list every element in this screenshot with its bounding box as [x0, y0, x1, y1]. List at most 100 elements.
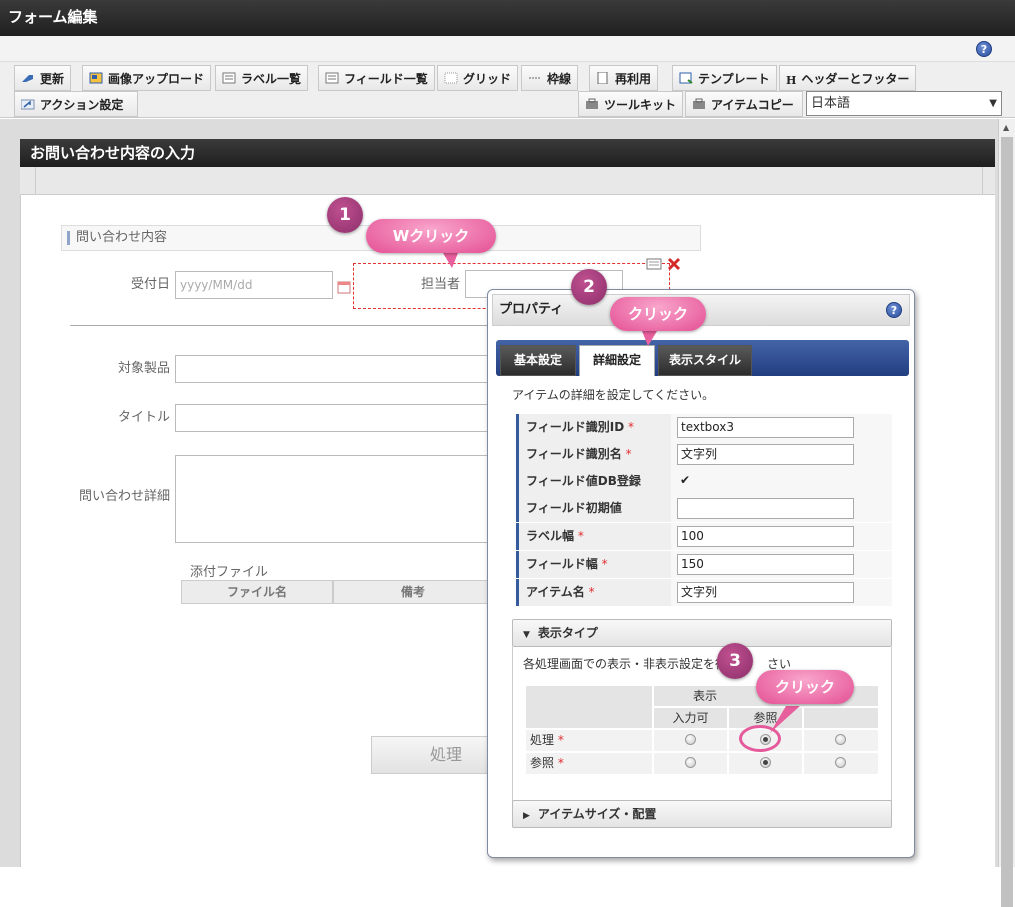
- header-icon: H: [786, 74, 797, 87]
- field-name-input[interactable]: 文字列: [677, 444, 854, 465]
- update-button[interactable]: 更新: [14, 65, 72, 91]
- row-initial-value: フィールド初期値: [516, 495, 892, 522]
- help-icon[interactable]: ?: [886, 302, 902, 318]
- header-input-allowed: 入力可: [653, 707, 728, 729]
- tab-basic[interactable]: 基本設定: [500, 345, 576, 376]
- row-label-width: ラベル幅 * 100: [516, 523, 892, 550]
- header-divider: [35, 167, 36, 195]
- person-label: 担当者: [420, 277, 460, 292]
- window-title: フォーム編集: [0, 0, 1015, 36]
- field-id-label: フィールド識別ID: [526, 420, 625, 434]
- image-upload-icon: [89, 67, 103, 84]
- callout-click-radio: クリック: [756, 670, 854, 704]
- vertical-scrollbar[interactable]: ▲: [998, 119, 1015, 907]
- tab-detail[interactable]: 詳細設定: [579, 345, 655, 376]
- action-settings-button[interactable]: アクション設定: [14, 91, 138, 117]
- db-register-label: フィールド値DB登録: [526, 474, 641, 488]
- row-reference-label: 参照: [530, 756, 555, 770]
- scroll-up-icon[interactable]: ▲: [1003, 123, 1009, 132]
- delete-icon[interactable]: [667, 257, 681, 271]
- radio-process-input[interactable]: [685, 734, 696, 745]
- product-input[interactable]: [175, 355, 495, 383]
- scroll-thumb[interactable]: [1001, 137, 1013, 907]
- field-list-button[interactable]: フィールド一覧: [318, 65, 435, 91]
- update-label: 更新: [40, 72, 65, 86]
- template-label: テンプレート: [698, 72, 770, 86]
- language-select[interactable]: 日本語 ▼: [806, 91, 1002, 116]
- required-mark: *: [574, 529, 584, 543]
- field-id-input[interactable]: textbox3: [677, 417, 854, 438]
- required-mark: *: [597, 557, 608, 571]
- step-badge-1: 1: [327, 197, 363, 233]
- row-item-name: アイテム名 * 文字列: [516, 579, 892, 606]
- radio-reference-reference[interactable]: [760, 757, 771, 768]
- toolbox-icon: [585, 93, 599, 109]
- display-type-title: 表示タイプ: [537, 626, 598, 640]
- radio-reference-input[interactable]: [685, 757, 696, 768]
- initial-value-label: フィールド初期値: [526, 501, 622, 515]
- header-footer-button[interactable]: H ヘッダーとフッター: [779, 65, 917, 91]
- row-field-width: フィールド幅 * 150: [516, 551, 892, 578]
- row-db-register: フィールド値DB登録 ✔: [516, 468, 892, 495]
- image-upload-button[interactable]: 画像アップロード: [82, 65, 212, 91]
- initial-value-input[interactable]: [677, 498, 854, 519]
- label-list-label: ラベル一覧: [241, 72, 302, 86]
- product-label: 対象製品: [117, 361, 170, 376]
- required-mark: *: [584, 585, 595, 599]
- frame-label: 枠線: [547, 72, 572, 86]
- db-register-checkbox[interactable]: ✔: [680, 474, 693, 487]
- collapsed-triangle-icon: ▶: [523, 811, 530, 821]
- callout-click-tab: クリック: [610, 297, 706, 331]
- display-type-accordion[interactable]: ▼ 表示タイプ: [512, 619, 892, 647]
- item-size-title: アイテムサイズ・配置: [537, 807, 657, 821]
- item-copy-button[interactable]: アイテムコピー: [685, 91, 803, 117]
- reuse-icon: [596, 67, 610, 85]
- language-value: 日本語: [811, 96, 851, 111]
- item-copy-label: アイテムコピー: [711, 98, 794, 112]
- attach-col-note: 備考: [333, 580, 493, 604]
- radio-reference-hidden[interactable]: [835, 757, 846, 768]
- reuse-button[interactable]: 再利用: [589, 65, 659, 91]
- display-type-description-tail: さい: [767, 657, 792, 671]
- template-icon: [679, 67, 693, 84]
- toolkit-label: ツールキット: [604, 98, 677, 112]
- frame-button[interactable]: 枠線: [521, 65, 579, 91]
- required-mark: *: [624, 420, 635, 434]
- item-size-accordion[interactable]: ▶ アイテムサイズ・配置: [512, 800, 892, 828]
- row-field-id: フィールド識別ID * textbox3: [516, 414, 892, 441]
- grid-icon: [444, 67, 458, 84]
- radio-process-hidden[interactable]: [835, 734, 846, 745]
- item-name-input[interactable]: 文字列: [677, 582, 854, 603]
- title-input[interactable]: [175, 404, 495, 432]
- required-mark: *: [621, 447, 632, 461]
- step-badge-2: 2: [571, 269, 607, 305]
- item-name-label: アイテム名: [526, 585, 585, 599]
- attachments-label: 添付ファイル: [190, 565, 269, 580]
- display-type-description: 各処理画面での表示・非表示設定を行: [523, 657, 728, 671]
- field-width-input[interactable]: 150: [677, 554, 854, 575]
- reception-date-input[interactable]: yyyy/MM/dd: [175, 271, 333, 299]
- attach-col-filename: ファイル名: [181, 580, 333, 604]
- item-properties-icon[interactable]: [646, 258, 662, 270]
- row-field-name: フィールド識別名 * 文字列: [516, 441, 892, 468]
- template-button[interactable]: テンプレート: [672, 65, 777, 91]
- label-width-label: ラベル幅: [526, 529, 575, 543]
- header-divider: [982, 167, 983, 195]
- field-name-label: フィールド識別名: [526, 447, 622, 461]
- properties-title-text: プロパティ: [499, 302, 564, 317]
- detail-textarea[interactable]: [175, 455, 495, 543]
- tab-display-style[interactable]: 表示スタイル: [658, 345, 752, 376]
- detail-label: 問い合わせ詳細: [78, 489, 170, 504]
- toolkit-button[interactable]: ツールキット: [578, 91, 683, 117]
- action-settings-label: アクション設定: [40, 98, 124, 112]
- frame-icon: [528, 67, 542, 79]
- grid-button[interactable]: グリッド: [437, 65, 519, 91]
- label-width-input[interactable]: 100: [677, 526, 854, 547]
- help-icon[interactable]: ?: [976, 41, 992, 57]
- label-list-button[interactable]: ラベル一覧: [215, 65, 309, 91]
- field-width-label: フィールド幅: [526, 557, 598, 571]
- form-header: お問い合わせ内容の入力: [20, 139, 995, 167]
- calendar-icon[interactable]: [337, 280, 351, 294]
- form-header-bar: [20, 167, 995, 195]
- step-badge-3: 3: [717, 643, 753, 679]
